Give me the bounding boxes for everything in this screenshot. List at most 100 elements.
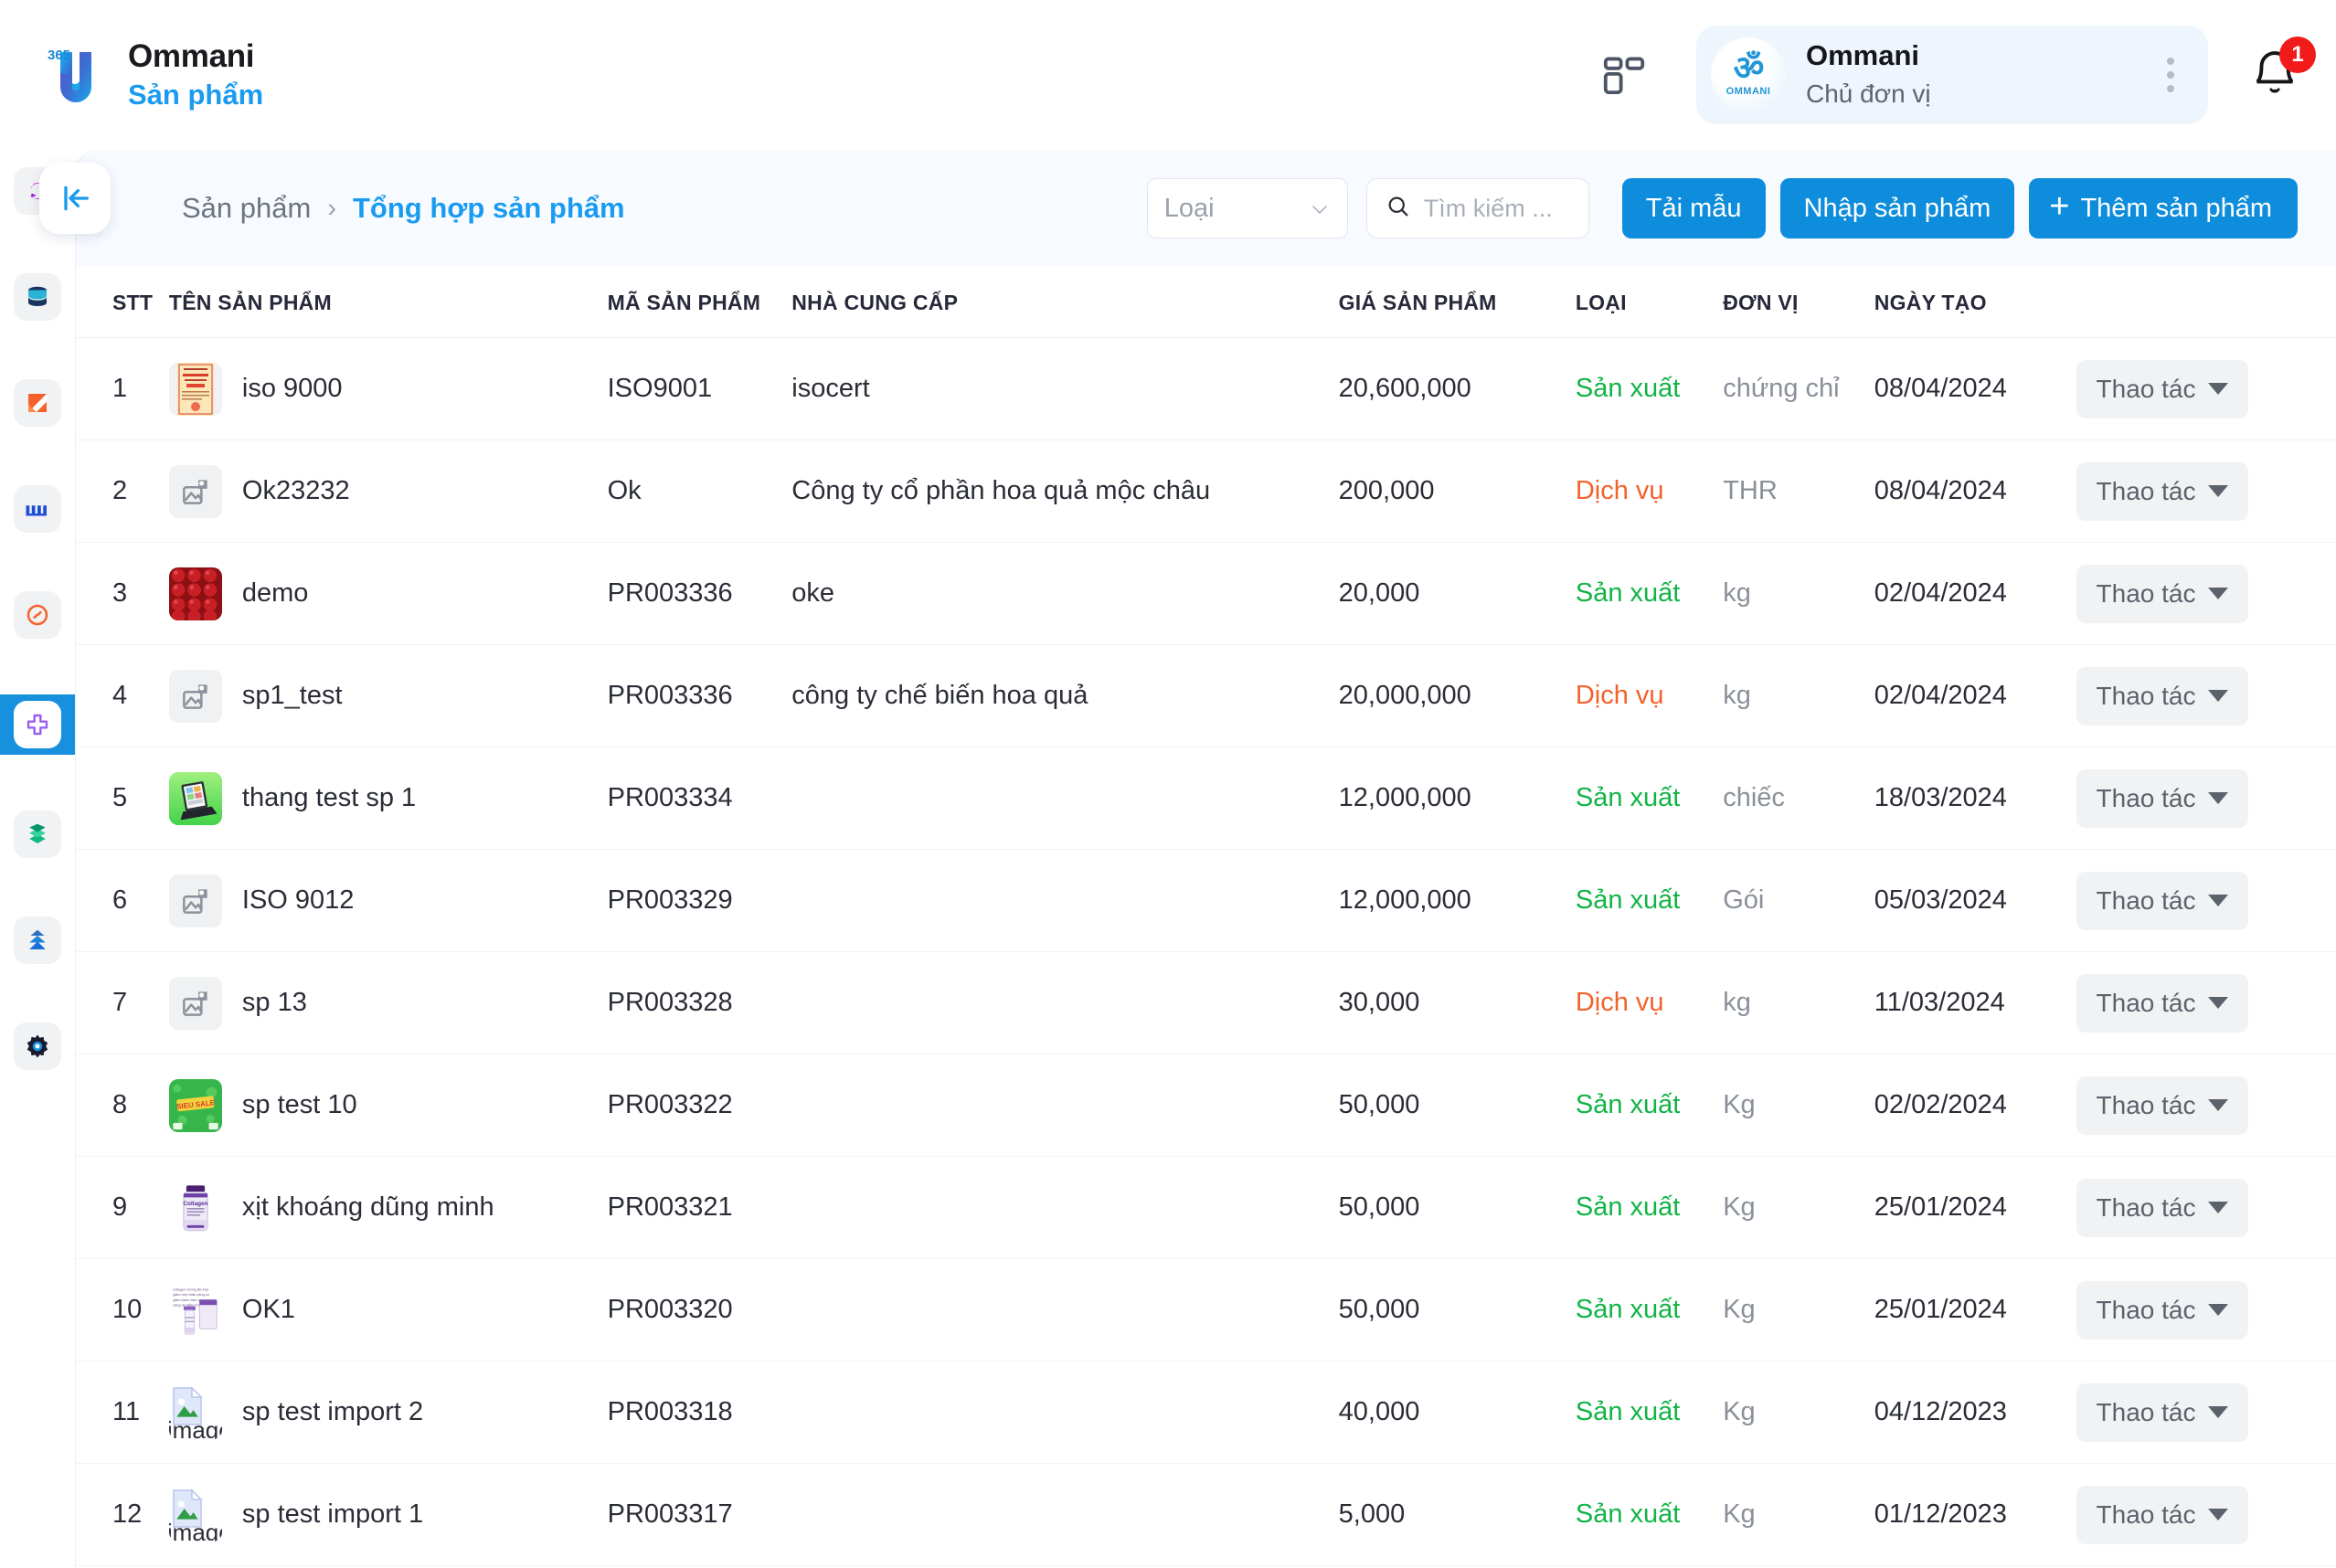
col-code: MÃ SẢN PHẨM <box>608 267 792 338</box>
gear-icon <box>14 1022 61 1070</box>
table-row[interactable]: 8 SIEU SALE sp test 10 PR003322 50,000 S… <box>76 1054 2336 1157</box>
cell-name: image sp test import 1 <box>169 1464 608 1566</box>
add-product-button[interactable]: + Thêm sản phẩm <box>2029 178 2298 238</box>
cell-actions: Thao tác <box>2076 747 2336 850</box>
table-row[interactable]: 5 thang test sp 1 PR003334 12,000,000 Sả… <box>76 747 2336 850</box>
search-input[interactable] <box>1424 195 1570 223</box>
cell-price: 40,000 <box>1335 1361 1576 1464</box>
table-row[interactable]: 7 sp 13 PR003328 30,000 Dịch vụ kg 11/03… <box>76 952 2336 1054</box>
sidebar <box>0 150 75 1568</box>
cell-date: 01/12/2023 <box>1874 1464 2076 1566</box>
red-fruit-image <box>169 567 222 620</box>
brand-subtitle: Sản phẩm <box>128 78 263 111</box>
table-row[interactable]: 9 Collagen xịt khoáng dũng minh PR003321… <box>76 1157 2336 1259</box>
table-row[interactable]: 12 image sp test import 1 PR003317 5,000… <box>76 1464 2336 1566</box>
row-action-button[interactable]: Thao tác <box>2076 462 2249 521</box>
table-row[interactable]: 11 image sp test import 2 PR003318 40,00… <box>76 1361 2336 1464</box>
cell-date: 02/02/2024 <box>1874 1054 2076 1157</box>
caret-down-icon <box>2208 485 2228 497</box>
top-bar: 365 Ommani Sản phẩm ॐ OMMANI Ommani <box>0 0 2336 150</box>
sidebar-item-products[interactable] <box>0 694 75 755</box>
download-template-button[interactable]: Tải mẫu <box>1622 178 1766 238</box>
blue-wave-icon <box>14 485 61 533</box>
cell-unit: THR <box>1723 440 1874 543</box>
row-action-button[interactable]: Thao tác <box>2076 360 2249 418</box>
collapse-left-icon[interactable] <box>39 163 111 234</box>
row-action-button[interactable]: Thao tác <box>2076 667 2249 726</box>
search-box[interactable] <box>1366 178 1589 238</box>
caret-down-icon <box>2208 1304 2228 1316</box>
products-table: STT TÊN SẢN PHẨM MÃ SẢN PHẨM NHÀ CUNG CẤ… <box>76 267 2336 1566</box>
cell-stt: 11 <box>76 1361 169 1464</box>
user-account-chip[interactable]: ॐ OMMANI Ommani Chủ đơn vị <box>1696 26 2208 124</box>
row-action-button[interactable]: Thao tác <box>2076 565 2249 623</box>
sidebar-item-2[interactable] <box>0 270 75 323</box>
row-action-label: Thao tác <box>2097 1091 2196 1120</box>
sidebar-item-7[interactable] <box>0 808 75 861</box>
chevron-down-icon <box>1309 197 1331 219</box>
cell-name: SIEU SALE sp test 10 <box>169 1054 608 1157</box>
cell-code: PR003336 <box>608 645 792 747</box>
cell-name: Collagen xịt khoáng dũng minh <box>169 1157 608 1259</box>
cell-date: 08/04/2024 <box>1874 338 2076 440</box>
table-body: 1 iso 9000 ISO9001 isocert 20,600,000 Sả… <box>76 338 2336 1566</box>
cell-supplier <box>791 952 1334 1054</box>
cell-actions: Thao tác <box>2076 543 2336 645</box>
purple-cross-icon <box>14 701 61 748</box>
cell-price: 50,000 <box>1335 1157 1576 1259</box>
cell-date: 02/04/2024 <box>1874 645 2076 747</box>
cell-name: sp 13 <box>169 952 608 1054</box>
row-action-button[interactable]: Thao tác <box>2076 974 2249 1033</box>
cell-stt: 6 <box>76 850 169 952</box>
sidebar-item-5[interactable] <box>0 588 75 641</box>
row-action-button[interactable]: Thao tác <box>2076 1486 2249 1544</box>
cell-unit: chứng chỉ <box>1723 338 1874 440</box>
kebab-menu-icon[interactable] <box>2150 58 2192 92</box>
laptop-green-image <box>169 772 222 825</box>
row-action-button[interactable]: Thao tác <box>2076 872 2249 930</box>
product-name: demo <box>242 578 309 609</box>
row-action-button[interactable]: Thao tác <box>2076 1076 2249 1135</box>
table-row[interactable]: 2 Ok23232 Ok Công ty cổ phần hoa quả mộc… <box>76 440 2336 543</box>
sidebar-item-4[interactable] <box>0 482 75 535</box>
sidebar-item-settings[interactable] <box>0 1020 75 1073</box>
cell-name: thang test sp 1 <box>169 747 608 850</box>
cell-code: PR003322 <box>608 1054 792 1157</box>
type-filter-placeholder: Loại <box>1164 194 1215 224</box>
table-row[interactable]: 3 demo PR003336 oke 20,000 Sản xuất kg 0… <box>76 543 2336 645</box>
cell-type: Sản xuất <box>1576 1259 1723 1361</box>
avatar: ॐ OMMANI <box>1711 37 1786 112</box>
row-action-button[interactable]: Thao tác <box>2076 1383 2249 1442</box>
caret-down-icon <box>2208 997 2228 1009</box>
brand[interactable]: 365 Ommani Sản phẩm <box>37 38 263 111</box>
table-row[interactable]: 10 collagen chống lão hóa giảm nếp nhăn … <box>76 1259 2336 1361</box>
caret-down-icon <box>2208 1099 2228 1111</box>
col-supplier: NHÀ CUNG CẤP <box>791 267 1334 338</box>
apps-grid-icon[interactable] <box>1596 47 1652 103</box>
product-name: iso 9000 <box>242 374 343 404</box>
table-row[interactable]: 1 iso 9000 ISO9001 isocert 20,600,000 Sả… <box>76 338 2336 440</box>
cell-stt: 9 <box>76 1157 169 1259</box>
col-actions <box>2076 267 2336 338</box>
sidebar-item-8[interactable] <box>0 914 75 967</box>
cell-actions: Thao tác <box>2076 1054 2336 1157</box>
cell-date: 05/03/2024 <box>1874 850 2076 952</box>
row-action-button[interactable]: Thao tác <box>2076 769 2249 828</box>
import-products-button[interactable]: Nhập sản phẩm <box>1780 178 2015 238</box>
cell-supplier <box>791 1157 1334 1259</box>
products-table-wrap: STT TÊN SẢN PHẨM MÃ SẢN PHẨM NHÀ CUNG CẤ… <box>76 267 2336 1568</box>
sidebar-item-3[interactable] <box>0 376 75 429</box>
row-action-button[interactable]: Thao tác <box>2076 1179 2249 1237</box>
col-stt: STT <box>76 267 169 338</box>
breadcrumb-root[interactable]: Sản phẩm <box>182 192 311 225</box>
cell-price: 20,000 <box>1335 543 1576 645</box>
row-action-label: Thao tác <box>2097 1193 2196 1223</box>
cell-price: 20,600,000 <box>1335 338 1576 440</box>
notifications-button[interactable]: 1 <box>2248 46 2303 104</box>
table-row[interactable]: 4 sp1_test PR003336 công ty chế biến hoa… <box>76 645 2336 747</box>
product-name: sp 13 <box>242 988 307 1018</box>
row-action-button[interactable]: Thao tác <box>2076 1281 2249 1340</box>
cell-type: Sản xuất <box>1576 1464 1723 1566</box>
type-filter-select[interactable]: Loại <box>1147 178 1348 238</box>
table-row[interactable]: 6 ISO 9012 PR003329 12,000,000 Sản xuất … <box>76 850 2336 952</box>
